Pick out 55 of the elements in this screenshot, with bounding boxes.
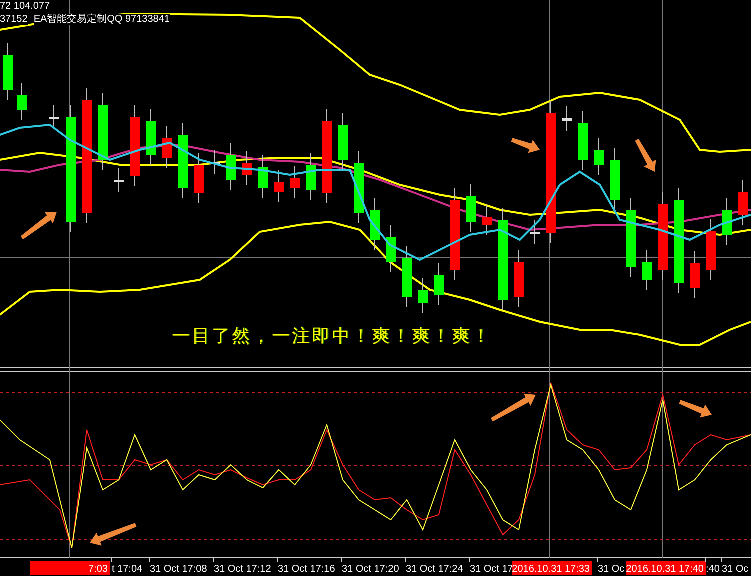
- candlestick: [17, 82, 27, 120]
- pointer-arrow: [90, 523, 137, 546]
- candlestick: [642, 250, 652, 290]
- candlestick: [706, 218, 716, 280]
- candlestick: [434, 262, 444, 306]
- account-number: 37152: [0, 14, 28, 25]
- candlestick: [722, 198, 732, 246]
- candlestick: [338, 112, 348, 170]
- candlestick: [578, 110, 588, 170]
- candlestick: [594, 138, 604, 176]
- candlestick: [514, 250, 524, 308]
- candlestick: [162, 126, 172, 168]
- time-marker-label: 2016.10.31 17:40: [626, 561, 706, 575]
- time-axis-label: 31 Oct 17:08: [150, 564, 208, 575]
- time-axis-label: :40: [706, 564, 720, 575]
- expert-advisor-label: EA智能交易定制QQ 97133841: [34, 14, 170, 25]
- time-marker-label: 2016.10.31 17:33: [512, 561, 592, 575]
- time-axis-label: 31 Oc: [598, 564, 625, 575]
- candlestick: [146, 108, 156, 166]
- candlestick: [274, 170, 284, 202]
- candlestick: [290, 166, 300, 198]
- time-axis-label: 31 Oct 17:24: [406, 564, 464, 575]
- pointer-arrow: [679, 400, 712, 418]
- candlestick: [418, 278, 428, 314]
- time-axis-label: 31 Oct 17:12: [214, 564, 272, 575]
- pointer-arrow: [635, 139, 656, 172]
- time-axis-label: t 17:04: [112, 564, 143, 575]
- candlestick: [114, 168, 124, 192]
- candlestick: [690, 250, 700, 298]
- candlestick: [610, 148, 620, 210]
- price-readout: 72 104.077: [0, 1, 50, 12]
- candlestick: [242, 150, 252, 186]
- candlestick: [370, 198, 380, 250]
- candlestick: [482, 204, 492, 236]
- candlestick: [738, 180, 748, 226]
- candlestick: [402, 246, 412, 308]
- candlestick: [3, 42, 13, 100]
- candlestick: [386, 224, 396, 272]
- time-axis-label: 31 Oc: [722, 564, 749, 575]
- candlestick: [466, 184, 476, 232]
- candlestick: [258, 154, 268, 198]
- pointer-arrow: [511, 138, 540, 154]
- candlestick: [194, 152, 204, 204]
- pointer-arrow: [20, 212, 57, 240]
- pointer-arrow: [491, 394, 536, 422]
- candlestick: [210, 150, 220, 174]
- candlestick: [562, 106, 572, 132]
- candlestick: [49, 104, 59, 130]
- candlestick: [530, 220, 540, 244]
- chart-annotation: 一目了然，一注即中！爽！爽！爽！: [172, 325, 492, 349]
- candlestick: [226, 142, 236, 190]
- candlestick: [306, 152, 316, 200]
- time-marker-label: 7:03: [30, 561, 110, 575]
- time-axis-label: 31 Oct 17:16: [278, 564, 336, 575]
- time-axis-label: 31 Oct 17:20: [342, 564, 400, 575]
